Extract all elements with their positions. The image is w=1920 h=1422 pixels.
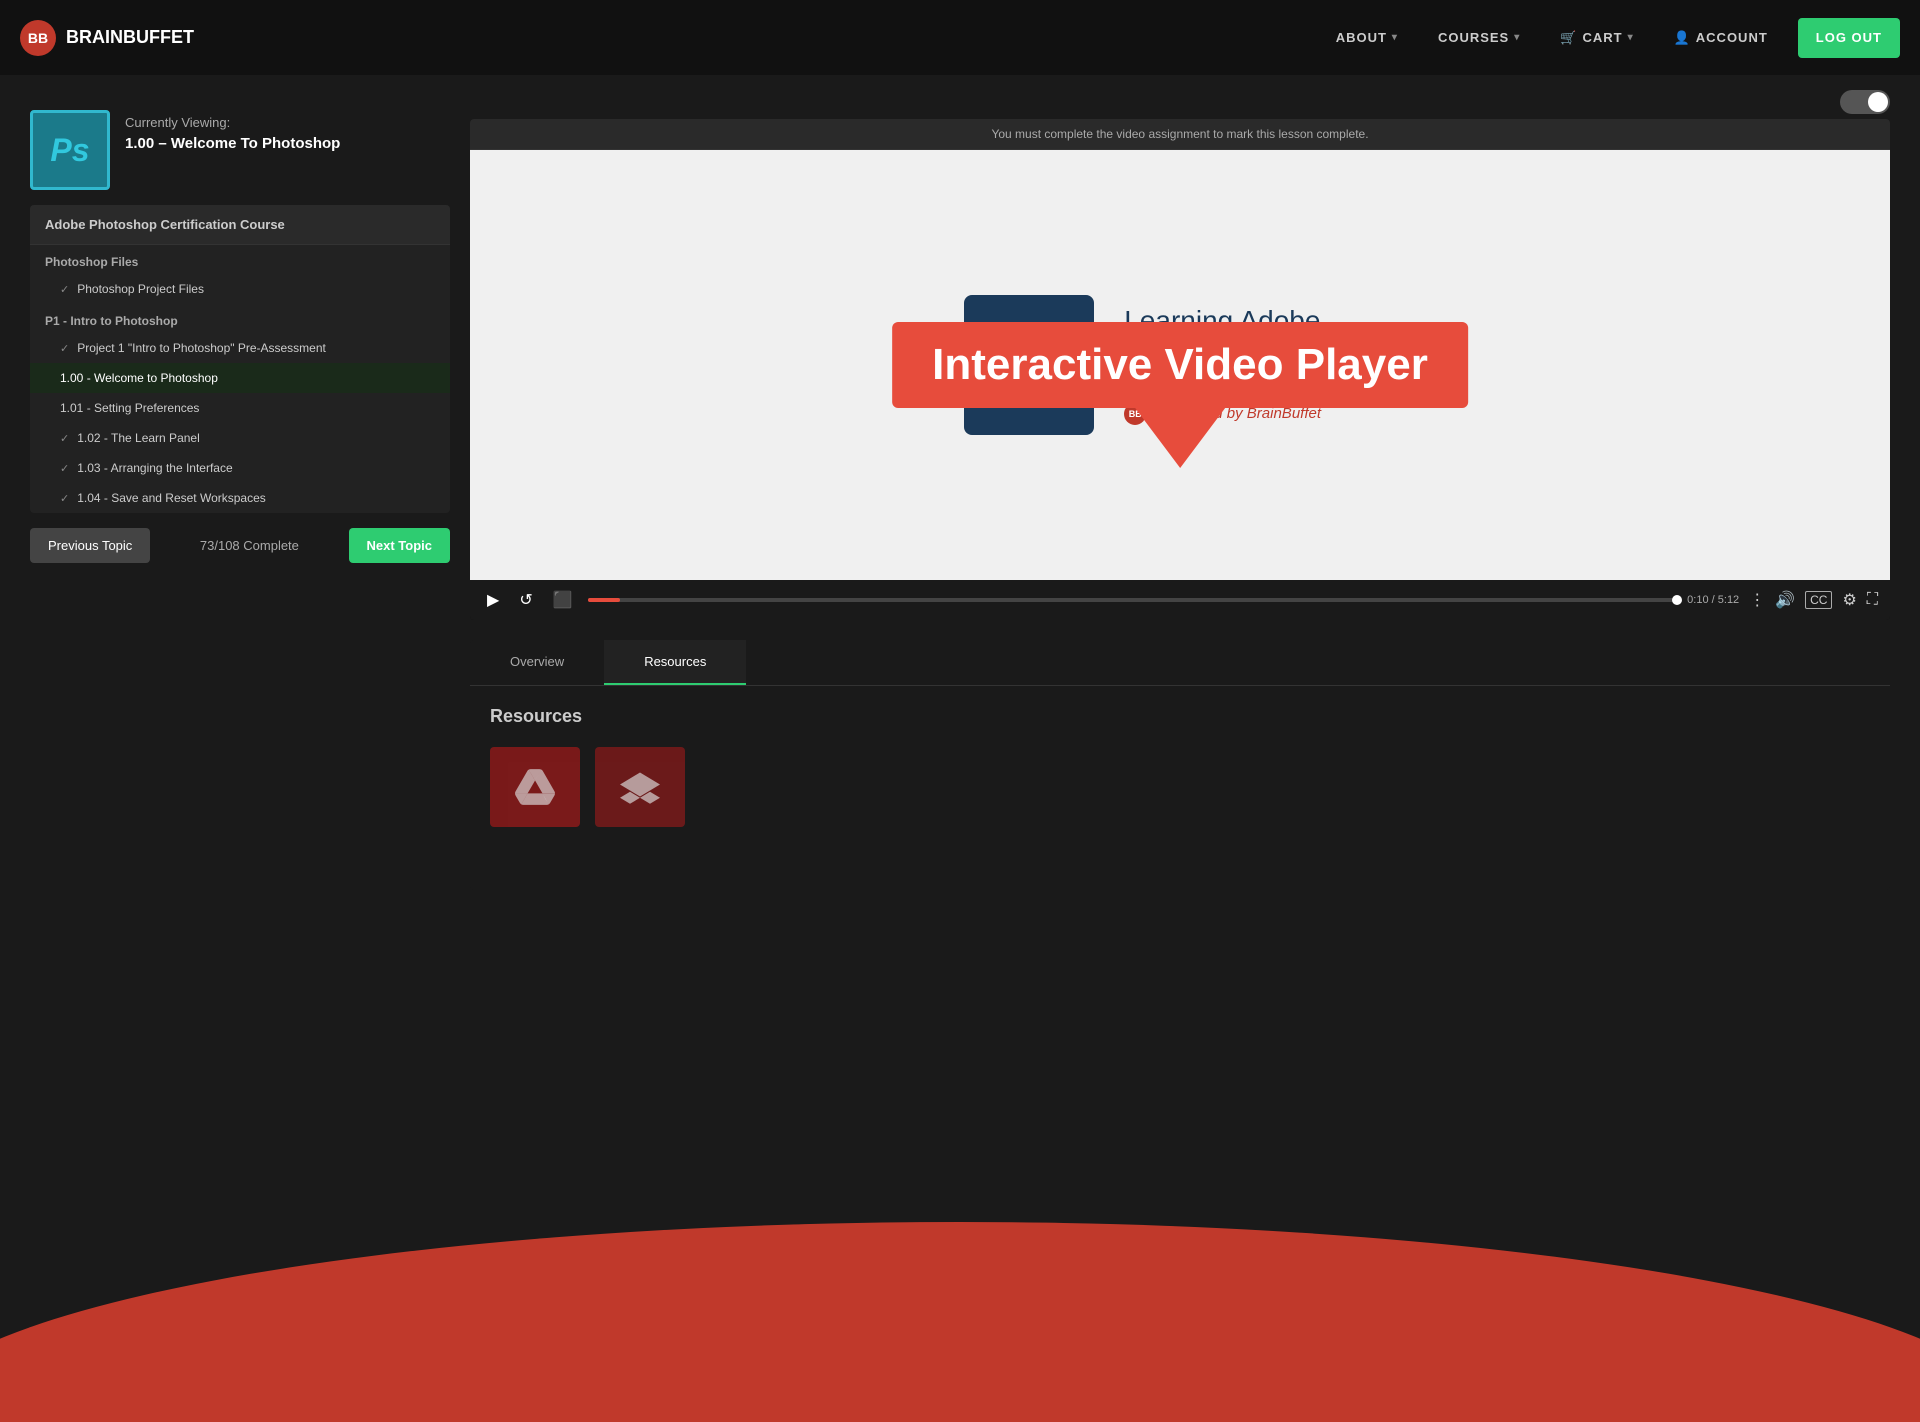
check-icon: ✓ xyxy=(60,283,69,296)
prev-topic-button[interactable]: Previous Topic xyxy=(30,528,150,563)
check-icon: ✓ xyxy=(60,342,69,355)
cart-chevron-icon: ▾ xyxy=(1628,32,1634,43)
fullscreen-icon[interactable]: ⛶ xyxy=(1867,591,1878,609)
rewind-button[interactable]: ↺ xyxy=(514,588,537,612)
dropbox-icon[interactable] xyxy=(595,747,685,827)
check-icon: ✓ xyxy=(60,432,69,445)
brand-logo-icon: BB xyxy=(20,20,56,56)
triangle-pointer xyxy=(1120,388,1240,468)
video-player[interactable]: Ps Learning Adobe Photoshop BB Presented… xyxy=(470,150,1890,580)
chapters-icon[interactable]: ⋮ xyxy=(1749,590,1765,610)
currently-viewing-label: Currently Viewing: xyxy=(125,115,340,130)
menu-item-learn-panel[interactable]: ✓ 1.02 - The Learn Panel xyxy=(30,423,450,453)
video-area: You must complete the video assignment t… xyxy=(470,90,1890,890)
video-toggle-area xyxy=(470,90,1890,114)
resource-icons xyxy=(490,747,1870,827)
tab-overview[interactable]: Overview xyxy=(470,640,604,685)
toggle-switch[interactable] xyxy=(1840,90,1890,114)
progress-bar[interactable] xyxy=(588,598,1678,602)
brand-logo-link[interactable]: BB BRAINBUFFET xyxy=(20,20,194,56)
course-header: Ps Currently Viewing: 1.00 – Welcome To … xyxy=(30,90,450,205)
menu-item-setting-prefs[interactable]: 1.01 - Setting Preferences xyxy=(30,393,450,423)
tabs-container: Overview Resources Resources xyxy=(470,640,1890,890)
play-button[interactable]: ▶ xyxy=(482,588,504,612)
account-icon: 👤 xyxy=(1674,30,1691,46)
menu-item-arranging[interactable]: ✓ 1.03 - Arranging the Interface xyxy=(30,453,450,483)
ivp-banner: Interactive Video Player xyxy=(892,322,1468,408)
menu-item-welcome[interactable]: 1.00 - Welcome to Photoshop xyxy=(30,363,450,393)
section-photoshop-files: Photoshop Files xyxy=(30,245,450,274)
course-menu-header: Adobe Photoshop Certification Course xyxy=(30,205,450,245)
menu-item-save-reset[interactable]: ✓ 1.04 - Save and Reset Workspaces xyxy=(30,483,450,513)
check-icon: ✓ xyxy=(60,462,69,475)
stop-button[interactable]: ⬛ xyxy=(548,588,578,612)
navbar-nav: ABoUT ▾ COURSES ▾ 🛒 CART ▾ 👤 AccoUnT LOG… xyxy=(1316,0,1900,75)
sidebar: Ps Currently Viewing: 1.00 – Welcome To … xyxy=(30,90,450,890)
brand-name: BRAINBUFFET xyxy=(66,27,194,48)
nav-about[interactable]: ABoUT ▾ xyxy=(1316,0,1418,75)
course-ps-logo: Ps xyxy=(30,110,110,190)
course-info: Currently Viewing: 1.00 – Welcome To Pho… xyxy=(125,110,340,152)
nav-cart[interactable]: 🛒 CART ▾ xyxy=(1540,0,1653,75)
tabs-header: Overview Resources xyxy=(470,640,1890,686)
navbar: BB BRAINBUFFET ABoUT ▾ COURSES ▾ 🛒 CART … xyxy=(0,0,1920,75)
menu-item-pre-assessment[interactable]: ✓ Project 1 "Intro to Photoshop" Pre-Ass… xyxy=(30,333,450,363)
time-display: 0:10 / 5:12 xyxy=(1687,594,1739,606)
courses-chevron-icon: ▾ xyxy=(1514,32,1520,43)
tab-resources[interactable]: Resources xyxy=(604,640,746,685)
lesson-title: 1.00 – Welcome To Photoshop xyxy=(125,135,340,152)
logout-button[interactable]: LOG OUT xyxy=(1798,18,1900,58)
section-p1-intro: P1 - Intro to Photoshop xyxy=(30,304,450,333)
cart-icon: 🛒 xyxy=(1560,30,1577,46)
video-controls: ▶ ↺ ⬛ 0:10 / 5:12 ⋮ 🔊 CC ⚙ ⛶ xyxy=(470,580,1890,620)
nav-courses[interactable]: COURSES ▾ xyxy=(1418,0,1540,75)
nav-buttons: Previous Topic 73/108 Complete Next Topi… xyxy=(30,513,450,578)
tab-content-resources: Resources xyxy=(470,686,1890,847)
check-icon: ✓ xyxy=(60,492,69,505)
toggle-knob xyxy=(1868,92,1888,112)
settings-icon[interactable]: ⚙ xyxy=(1842,590,1856,610)
progress-label: 73/108 Complete xyxy=(158,538,340,553)
bottom-wave xyxy=(0,1222,1920,1422)
menu-item-project-files[interactable]: ✓ Photoshop Project Files xyxy=(30,274,450,304)
resources-title: Resources xyxy=(490,706,1870,727)
google-drive-icon[interactable] xyxy=(490,747,580,827)
progress-dot xyxy=(1672,595,1682,605)
volume-icon[interactable]: 🔊 xyxy=(1775,590,1795,610)
progress-bar-fill xyxy=(588,598,621,602)
cc-icon[interactable]: CC xyxy=(1805,591,1832,609)
main-container: Ps Currently Viewing: 1.00 – Welcome To … xyxy=(0,75,1920,890)
course-menu: Adobe Photoshop Certification Course Pho… xyxy=(30,205,450,513)
nav-account[interactable]: 👤 AccoUnT xyxy=(1654,0,1788,75)
about-chevron-icon: ▾ xyxy=(1392,32,1398,43)
next-topic-button[interactable]: Next Topic xyxy=(349,528,451,563)
video-container: You must complete the video assignment t… xyxy=(470,119,1890,620)
video-notice: You must complete the video assignment t… xyxy=(470,119,1890,150)
